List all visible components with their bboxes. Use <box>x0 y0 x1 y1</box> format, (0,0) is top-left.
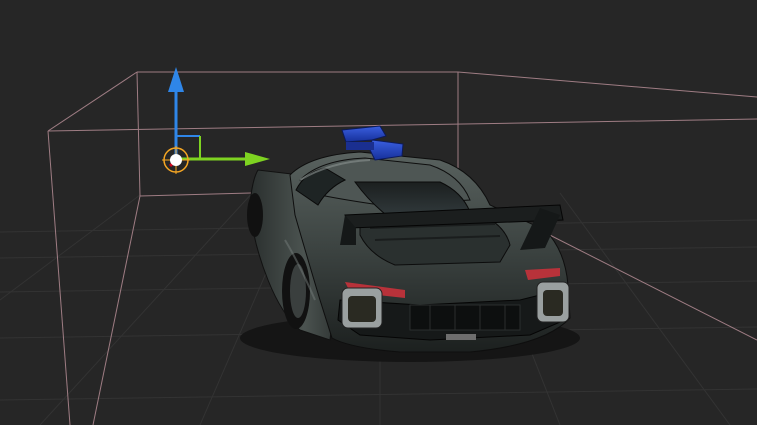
front-wheel <box>247 193 263 237</box>
scene-canvas[interactable] <box>0 0 757 425</box>
move-arrow-y-icon[interactable] <box>168 67 184 158</box>
car-model[interactable] <box>240 151 580 362</box>
plane-handle-xy[interactable] <box>176 135 201 158</box>
3d-viewport[interactable] <box>0 0 757 425</box>
transform-gizmo[interactable] <box>162 67 270 174</box>
pivot-icon[interactable] <box>162 146 190 174</box>
move-arrow-x-icon[interactable] <box>180 152 270 166</box>
